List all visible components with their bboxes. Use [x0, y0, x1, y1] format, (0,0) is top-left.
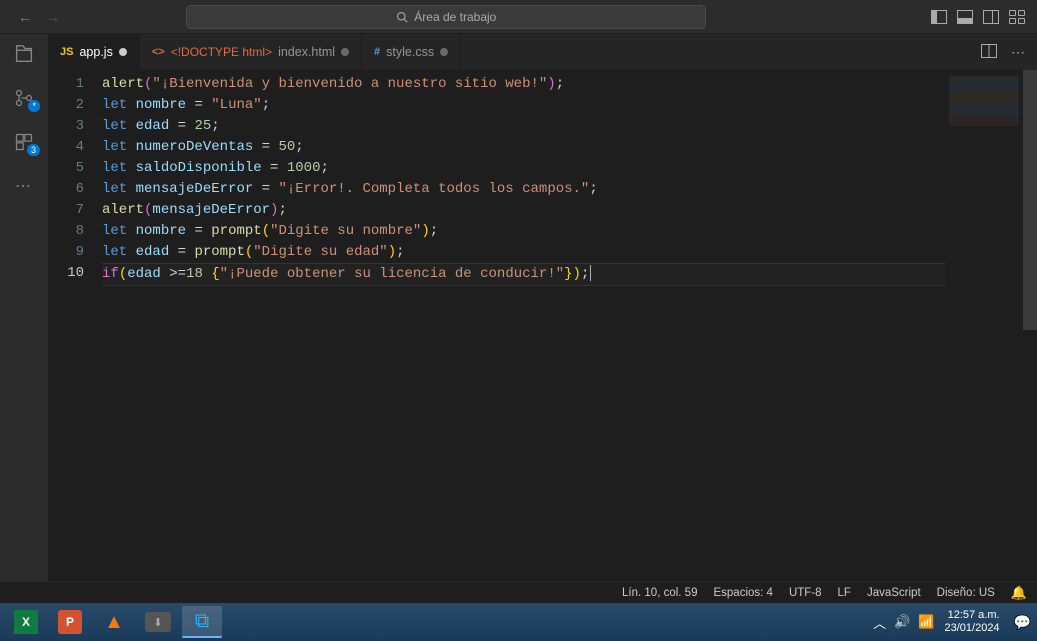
tab-index-html[interactable]: <> <!DOCTYPE html> index.html: [140, 34, 362, 70]
encoding[interactable]: UTF-8: [789, 587, 822, 599]
tab-prefix: <!DOCTYPE html>: [171, 45, 272, 59]
tray-volume-icon[interactable]: 🔊: [894, 614, 910, 630]
code-content[interactable]: alert("¡Bienvenida y bienvenido a nuestr…: [102, 74, 945, 581]
tab-label: app.js: [79, 45, 112, 59]
split-editor-icon[interactable]: [981, 44, 997, 61]
js-file-icon: JS: [60, 46, 73, 58]
minimap[interactable]: [945, 70, 1023, 581]
command-center[interactable]: Área de trabajo: [186, 5, 706, 29]
ext-badge: 3: [27, 144, 40, 156]
layout-left-icon[interactable]: [931, 10, 947, 24]
search-placeholder: Área de trabajo: [414, 10, 496, 24]
more-actions-icon[interactable]: ⋯: [1011, 44, 1025, 61]
tray-chevron-icon[interactable]: ︿: [873, 613, 886, 632]
taskbar-app[interactable]: ⬇: [138, 606, 178, 638]
tab-style-css[interactable]: # style.css: [362, 34, 461, 70]
nav-forward-icon: →: [46, 9, 60, 25]
source-control-icon[interactable]: *: [12, 86, 36, 110]
taskbar-clock[interactable]: 12:57 a.m. 23/01/2024: [945, 609, 1000, 635]
layout-right-icon[interactable]: [983, 10, 999, 24]
keyboard-layout[interactable]: Diseño: US: [937, 587, 995, 599]
layout-grid-icon[interactable]: [1009, 10, 1025, 24]
eol[interactable]: LF: [838, 587, 851, 599]
tray-network-icon[interactable]: 📶: [918, 614, 934, 630]
code-editor[interactable]: 12345678910 alert("¡Bienvenida y bienven…: [48, 70, 945, 581]
line-numbers: 12345678910: [48, 74, 102, 581]
language-mode[interactable]: JavaScript: [867, 587, 921, 599]
cursor-position[interactable]: Lín. 10, col. 59: [622, 587, 697, 599]
more-icon[interactable]: ⋯: [12, 174, 36, 198]
taskbar-excel[interactable]: X: [6, 606, 46, 638]
scm-badge: *: [28, 100, 40, 112]
tray-notifications-icon[interactable]: 💬: [1014, 614, 1031, 631]
title-bar: ← → Área de trabajo: [0, 0, 1037, 34]
tab-app-js[interactable]: JS app.js: [48, 34, 140, 70]
unsaved-dot-icon: [341, 48, 349, 56]
tab-label: index.html: [278, 45, 335, 59]
windows-taskbar: X P ▲ ⬇ ⧉ ︿ 🔊 📶 12:57 a.m. 23/01/2024 💬: [0, 603, 1037, 641]
tab-label: style.css: [386, 45, 434, 59]
taskbar-vscode[interactable]: ⧉: [182, 606, 222, 638]
vertical-scrollbar[interactable]: [1023, 70, 1037, 581]
unsaved-dot-icon: [119, 48, 127, 56]
search-icon: [396, 11, 408, 23]
extensions-icon[interactable]: 3: [12, 130, 36, 154]
editor-tabs: JS app.js <> <!DOCTYPE html> index.html …: [48, 34, 1037, 70]
html-file-icon: <>: [152, 46, 165, 58]
indentation[interactable]: Espacios: 4: [713, 587, 772, 599]
explorer-icon[interactable]: [12, 42, 36, 66]
taskbar-powerpoint[interactable]: P: [50, 606, 90, 638]
notifications-icon[interactable]: 🔔: [1011, 585, 1027, 601]
status-bar: Lín. 10, col. 59 Espacios: 4 UTF-8 LF Ja…: [0, 581, 1037, 603]
unsaved-dot-icon: [440, 48, 448, 56]
activity-bar: * 3 ⋯: [0, 34, 48, 581]
nav-back-icon[interactable]: ←: [18, 9, 32, 25]
css-file-icon: #: [374, 46, 380, 58]
layout-bottom-icon[interactable]: [957, 10, 973, 24]
taskbar-vlc[interactable]: ▲: [94, 606, 134, 638]
